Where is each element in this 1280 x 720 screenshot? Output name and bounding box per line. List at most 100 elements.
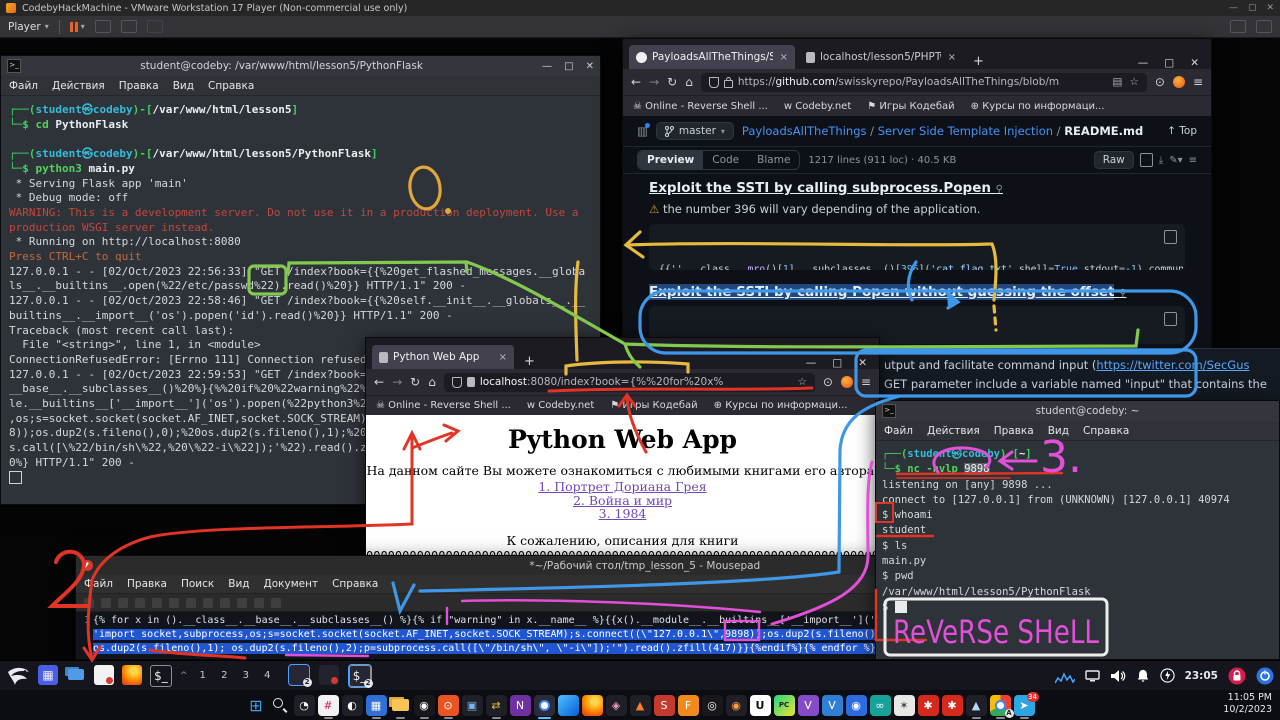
- power-manager-icon[interactable]: [1160, 668, 1175, 683]
- workspace-switcher[interactable]: 1 2 3 4: [200, 670, 277, 681]
- panel-chevron-icon[interactable]: ^: [180, 671, 188, 681]
- lock-screen-icon[interactable]: [1228, 667, 1246, 685]
- terminal-titlebar[interactable]: >_ student@codeby: ~: [876, 401, 1279, 421]
- file-explorer-icon[interactable]: [390, 695, 411, 716]
- camtasia-icon[interactable]: ∞: [870, 695, 891, 716]
- fl-studio-icon[interactable]: F: [678, 695, 699, 716]
- code-block-subprocess[interactable]: {{''.__class__.mro()[1].__subclasses__()…: [649, 224, 1185, 270]
- forward-button[interactable]: →: [392, 375, 402, 389]
- menu-item[interactable]: Вид: [173, 80, 194, 92]
- tab-blame[interactable]: Blame: [748, 151, 799, 169]
- carrot-app-icon[interactable]: ▲: [630, 695, 651, 716]
- vscode-icon[interactable]: V: [822, 695, 843, 716]
- speedtest-icon[interactable]: ◔: [294, 695, 315, 716]
- heading-popen-offset[interactable]: Exploit the SSTI by calling Popen withou…: [649, 284, 1185, 300]
- bookmark-item[interactable]: ☠ Online - Reverse Shell ...: [376, 400, 511, 411]
- bookmark-item[interactable]: ⚑ Игры Кодебай: [867, 101, 954, 112]
- vmware-maximize-button[interactable]: ▢: [1248, 3, 1257, 13]
- menu-icon[interactable]: ≡: [861, 375, 871, 389]
- menu-item[interactable]: Правка: [127, 578, 167, 590]
- tab-code[interactable]: Code: [703, 151, 748, 169]
- copy-icon[interactable]: [220, 598, 230, 608]
- windows-clock[interactable]: 11:05 PM 10/2/2023: [1223, 692, 1272, 716]
- bookmark-item[interactable]: w Codeby.net: [784, 101, 851, 112]
- edit-icon[interactable]: ✎▾: [1169, 155, 1182, 166]
- file-manager-icon[interactable]: [66, 665, 86, 685]
- bookmark-star-icon[interactable]: ☆: [797, 376, 806, 388]
- terminal-launcher-icon[interactable]: $_: [150, 665, 172, 687]
- menu-item[interactable]: Вид: [228, 578, 249, 590]
- gear-app-2-icon[interactable]: ✱: [942, 695, 963, 716]
- close-file-icon[interactable]: [152, 598, 162, 608]
- camera-app-icon[interactable]: ◉: [414, 695, 435, 716]
- pycharm-icon[interactable]: PC: [774, 695, 795, 716]
- url-bar[interactable]: localhost:8080/index?book={%%20for%20x% …: [444, 373, 815, 392]
- menu-item[interactable]: Действия: [52, 80, 105, 92]
- extension-icon[interactable]: [841, 376, 853, 388]
- slack-icon[interactable]: #: [318, 695, 339, 716]
- bookmark-item[interactable]: ☠ Online - Reverse Shell ...: [633, 101, 768, 112]
- tab-close-icon[interactable]: ×: [499, 352, 507, 363]
- back-button[interactable]: ←: [374, 375, 384, 389]
- telegram-icon[interactable]: ➤34: [1014, 695, 1035, 716]
- mousepad-launcher-icon[interactable]: [94, 665, 114, 685]
- save-as-icon[interactable]: [135, 598, 145, 608]
- arrows-app-icon[interactable]: ⇄: [486, 695, 507, 716]
- firefox-icon[interactable]: [582, 695, 603, 716]
- cut-icon[interactable]: [203, 598, 213, 608]
- edge-icon[interactable]: [558, 695, 579, 716]
- menu-item[interactable]: Правка: [119, 80, 159, 92]
- devices-button[interactable]: [1230, 20, 1246, 33]
- menu-item[interactable]: Действия: [927, 425, 980, 437]
- virtualbox-icon[interactable]: ▣: [462, 695, 483, 716]
- menu-item[interactable]: Файл: [9, 80, 38, 92]
- open-file-icon[interactable]: [101, 598, 111, 608]
- player-menu[interactable]: Player▾: [8, 21, 49, 33]
- tab-payloadsallthethings[interactable]: PayloadsAllTheThings/Se ×: [629, 45, 795, 69]
- resolve-icon[interactable]: ◈: [606, 695, 627, 716]
- terminal-output[interactable]: ┌──(student㉿codeby)-[~]└─$ nc -nvlp 9898…: [876, 441, 1279, 615]
- back-to-top-link[interactable]: ↑ Top: [1167, 125, 1197, 137]
- mousepad-window-icon[interactable]: [319, 665, 339, 685]
- heading-subprocess-popen[interactable]: Exploit the SSTI by calling subprocess.P…: [649, 180, 1185, 196]
- chrome-icon[interactable]: [534, 695, 555, 716]
- unreal-icon[interactable]: U: [750, 695, 771, 716]
- search-icon[interactable]: [254, 598, 264, 608]
- back-button[interactable]: ←: [631, 75, 641, 89]
- sidebar-toggle-icon[interactable]: ▥: [637, 124, 648, 138]
- bookmark-item[interactable]: w Codeby.net: [527, 400, 594, 411]
- book-link[interactable]: 1. Портрет Дориана Грея: [366, 480, 879, 494]
- onenote-icon[interactable]: N: [510, 695, 531, 716]
- menu-item[interactable]: Справка: [1083, 425, 1129, 437]
- shield-icon[interactable]: [709, 77, 719, 88]
- menu-item[interactable]: Правка: [994, 425, 1034, 437]
- ubuntu-icon[interactable]: ⊙: [438, 695, 459, 716]
- url-bar[interactable]: https://github.com/swisskyrepo/PayloadsA…: [701, 73, 1147, 92]
- volume-icon[interactable]: [1110, 669, 1126, 683]
- terminal-titlebar[interactable]: >_ student@codeby: /var/www/html/lesson5…: [1, 56, 600, 76]
- window-minimize-button[interactable]: —: [542, 61, 552, 72]
- save-file-icon[interactable]: [118, 598, 128, 608]
- replace-icon[interactable]: [271, 598, 281, 608]
- breadcrumb-repo[interactable]: PayloadsAllTheThings: [742, 124, 867, 138]
- breadcrumb-dir[interactable]: Server Side Template Injection: [878, 124, 1053, 138]
- menu-item[interactable]: Документ: [264, 578, 319, 590]
- terminal-window-icon[interactable]: $_2: [349, 665, 371, 687]
- raw-button[interactable]: Raw: [1094, 151, 1134, 169]
- window-maximize-button[interactable]: □: [564, 61, 573, 72]
- vmware-close-button[interactable]: ✕: [1266, 3, 1274, 13]
- branch-selector[interactable]: master▾: [656, 122, 734, 140]
- pocket-icon[interactable]: ⊙: [823, 375, 833, 389]
- cpu-graph-icon[interactable]: [1055, 668, 1075, 684]
- vmware-minimize-button[interactable]: —: [1229, 3, 1238, 13]
- shotcut-icon[interactable]: S: [654, 695, 675, 716]
- maps-app-icon[interactable]: ◉: [846, 695, 867, 716]
- menu-item[interactable]: Поиск: [181, 578, 214, 590]
- window-maximize-button[interactable]: □: [832, 357, 842, 369]
- menu-item[interactable]: Справка: [332, 578, 378, 590]
- photos-icon[interactable]: ▲: [966, 695, 987, 716]
- bookmark-star-icon[interactable]: ☆: [1129, 76, 1138, 88]
- firefox-window-icon[interactable]: 2: [289, 665, 309, 685]
- window-close-button[interactable]: ✕: [586, 61, 594, 72]
- menu-item[interactable]: Файл: [884, 425, 913, 437]
